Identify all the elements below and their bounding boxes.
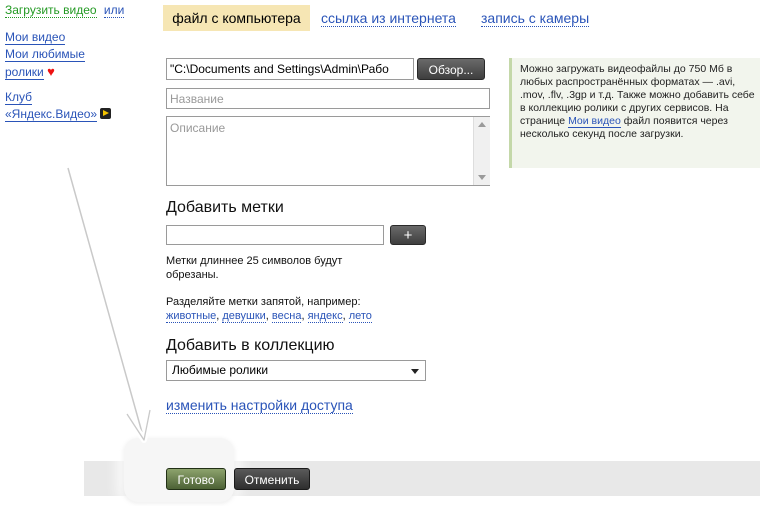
done-button[interactable]: Готово <box>166 468 226 490</box>
collection-selected-value: Любимые ролики <box>172 363 269 377</box>
tag-example[interactable]: животные <box>166 310 217 323</box>
scroll-down-arrow-icon[interactable] <box>478 175 486 180</box>
tab-from-computer[interactable]: файл с компьютера <box>163 5 310 31</box>
tag-examples: животные, девушки, весна, яндекс, лето <box>166 310 372 323</box>
description-scrollbar[interactable] <box>473 117 490 185</box>
tag-example[interactable]: весна <box>271 310 302 323</box>
add-tag-button[interactable]: + <box>390 225 426 245</box>
collection-select[interactable]: Любимые ролики <box>166 360 426 381</box>
sidebar-item-my-videos[interactable]: Мои видео <box>5 29 155 46</box>
sidebar-item-favorites[interactable]: Мои любимые ролики ♥ <box>5 46 155 81</box>
favorites-label-line2: ролики <box>5 65 44 80</box>
tags-length-note: Метки длиннее 25 символов будут обрезаны… <box>166 255 343 281</box>
sidebar: Загрузить видео или Мои видео Мои любимы… <box>5 2 155 123</box>
tag-example[interactable]: яндекс <box>307 310 343 323</box>
tab-from-camera[interactable]: запись с камеры <box>481 5 590 31</box>
tag-example[interactable]: лето <box>348 310 372 323</box>
chevron-down-icon <box>411 369 419 374</box>
tab-from-internet[interactable]: ссылка из интернета <box>321 5 456 31</box>
or-link[interactable]: или <box>103 3 125 18</box>
video-club-icon <box>100 108 112 119</box>
file-path-input[interactable]: "C:\Documents and Settings\Admin\Рабо <box>166 58 414 80</box>
add-to-collection-heading: Добавить в коллекцию <box>166 337 335 354</box>
video-title-input[interactable] <box>166 88 490 109</box>
add-tags-heading: Добавить метки <box>166 199 284 216</box>
tags-input[interactable] <box>166 225 384 245</box>
club-label-line2: «Яндекс.Видео» <box>5 107 98 122</box>
browse-button[interactable]: Обзор... <box>417 58 485 80</box>
my-videos-label: Мои видео <box>5 30 66 45</box>
tab-from-camera-label: запись с камеры <box>481 10 590 27</box>
my-videos-info-link[interactable]: Мои видео <box>568 115 621 128</box>
tab-from-internet-label: ссылка из интернета <box>321 10 456 27</box>
tag-example[interactable]: девушки <box>222 310 266 323</box>
cancel-button[interactable]: Отменить <box>234 468 310 490</box>
scroll-up-arrow-icon[interactable] <box>478 122 486 127</box>
upload-video-link[interactable]: Загрузить видео <box>5 3 97 18</box>
upload-info-box: Можно загружать видеофайлы до 750 Мб в л… <box>509 58 760 168</box>
tags-separator-hint: Разделяйте метки запятой, например: <box>166 296 361 308</box>
club-label-line1: Клуб <box>5 90 32 105</box>
favorites-label-line1: Мои любимые <box>5 47 85 62</box>
sidebar-item-club[interactable]: Клуб «Яндекс.Видео» <box>5 89 155 123</box>
access-settings-link[interactable]: изменить настройки доступа <box>166 397 353 414</box>
heart-icon: ♥ <box>47 64 55 79</box>
video-description-input[interactable] <box>166 116 490 186</box>
